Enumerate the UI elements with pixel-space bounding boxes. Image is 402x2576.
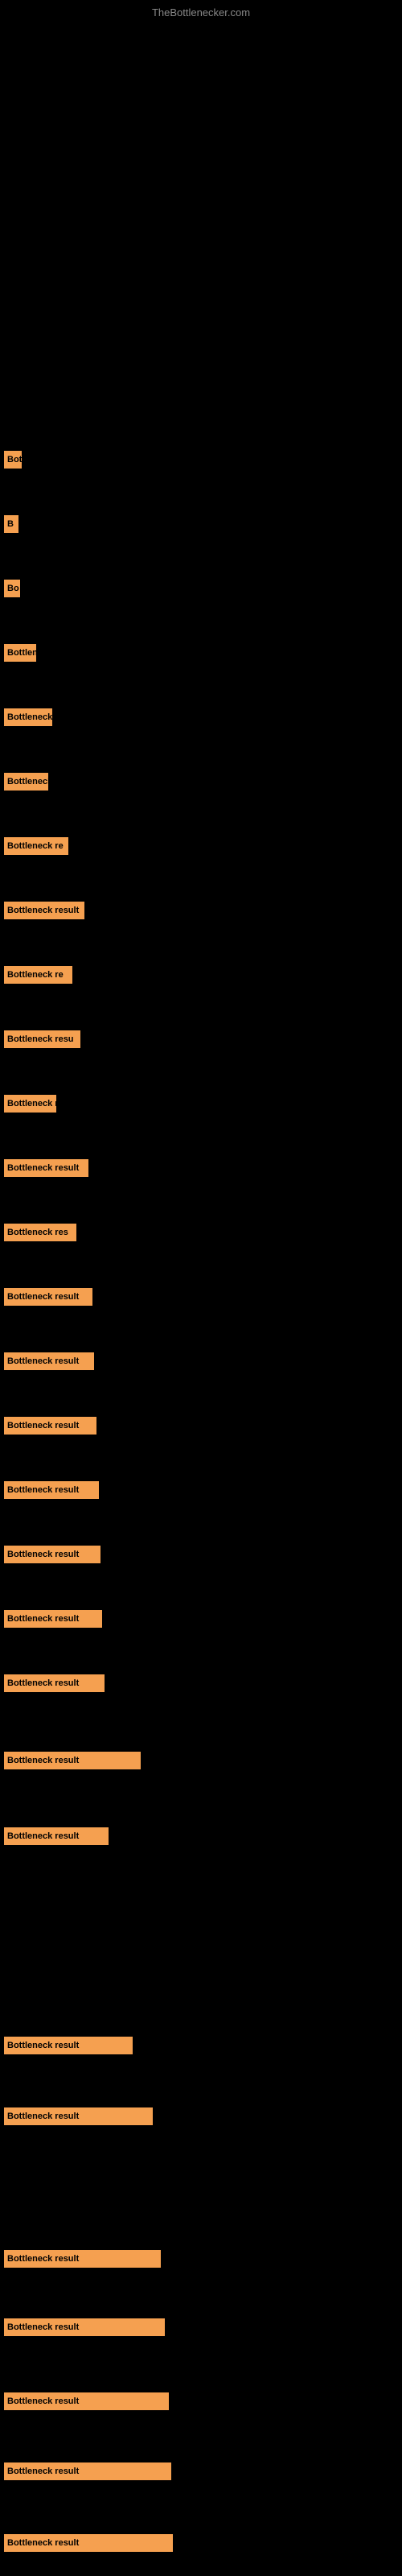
bar-item: Bottleneck result [4,2392,169,2410]
bar-item: Bottleneck result [4,2107,153,2125]
bar-label: Bottleneck resu [7,1034,74,1044]
bar-item: Bottleneck result [4,2534,173,2552]
bar-label: Bottleneck result [7,906,79,915]
bar: Bottleneck result [4,1827,109,1845]
bar-label: Bottleneck result [7,1550,79,1559]
bar-label: Bottleneck result [7,1421,79,1430]
site-title: TheBottlenecker.com [152,6,250,19]
bar-label: B [7,519,14,529]
bar-item: Bottleneck result [4,1546,100,1563]
bar-label: Bottleneck r [7,1099,56,1108]
bar-item: Bottleneck r [4,708,52,726]
bar-label: Bottleneck result [7,1356,79,1366]
bar-item: Bottleneck result [4,902,84,919]
bar: Bottleneck [4,773,48,791]
bar-label: Bo [7,584,19,593]
bar-item: Bottleneck res [4,1224,76,1241]
bar: Bottleneck result [4,1481,99,1499]
bar: Bo [4,580,20,597]
bar: Bottleneck result [4,2107,153,2125]
bar-label: Bottleneck [7,777,48,786]
bar: Bottleneck result [4,1417,96,1435]
bar: Bottleneck result [4,902,84,919]
bar: Bottleneck result [4,1674,105,1692]
bar: Bottleneck result [4,2392,169,2410]
bar-label: Bottleneck result [7,1678,79,1688]
bar-label: Bottleneck result [7,2322,79,2332]
bar-label: Bottleneck re [7,970,64,980]
bar-item: Bottleneck result [4,2250,161,2268]
bar-label: Bottlen [7,648,36,658]
bar: Bottleneck re [4,837,68,855]
bar-item: Bo [4,580,20,597]
bar-label: Bottleneck result [7,1831,79,1841]
bar: Bottleneck r [4,708,52,726]
bar: Bottlen [4,644,36,662]
bar-label: Bottleneck result [7,455,22,464]
bar-item: Bottleneck re [4,966,72,984]
bar-label: Bottleneck res [7,1228,68,1237]
bar: Bottleneck result [4,1546,100,1563]
bar-item: Bottleneck result [4,1159,88,1177]
bar-item: Bottleneck result [4,1827,109,1845]
bar: Bottleneck result [4,2250,161,2268]
bar-label: Bottleneck result [7,2467,79,2476]
bar-label: Bottleneck result [7,2254,79,2264]
bar: Bottleneck res [4,1224,76,1241]
bar-label: Bottleneck re [7,841,64,851]
bar-item: Bottleneck result [4,1610,102,1628]
bar-item: B [4,515,18,533]
bar-item: Bottleneck result [4,1288,92,1306]
bar-item: Bottleneck result [4,2462,171,2480]
bar-label: Bottleneck result [7,1485,79,1495]
bar: Bottleneck resu [4,1030,80,1048]
bar-label: Bottleneck result [7,1756,79,1765]
bar: Bottleneck result [4,2318,165,2336]
bar-label: Bottleneck result [7,2396,79,2406]
bar: Bottleneck result [4,2534,173,2552]
bar: Bottleneck result [4,1352,94,1370]
bar: Bottleneck result [4,1159,88,1177]
bar: Bottleneck result [4,1288,92,1306]
bar-label: Bottleneck result [7,1292,79,1302]
bar-item: Bottleneck re [4,837,68,855]
bar-label: Bottleneck r [7,712,52,722]
bar-label: Bottleneck result [7,1163,79,1173]
bar-label: Bottleneck result [7,2041,79,2050]
bar: Bottleneck result [4,451,22,469]
bar: Bottleneck re [4,966,72,984]
bar: Bottleneck result [4,1752,141,1769]
bar-item: Bottleneck [4,773,48,791]
bar-item: Bottleneck result [4,1417,96,1435]
bar-item: Bottleneck result [4,2318,165,2336]
bar-item: Bottleneck result [4,1752,141,1769]
bar: Bottleneck result [4,1610,102,1628]
bar-item: Bottleneck r [4,1095,56,1113]
bar-label: Bottleneck result [7,2112,79,2121]
bar-label: Bottleneck result [7,2538,79,2548]
bar-item: Bottleneck result [4,1352,94,1370]
bar-label: Bottleneck result [7,1614,79,1624]
bar-item: Bottleneck result [4,1481,99,1499]
bar-item: Bottlen [4,644,36,662]
bar-item: Bottleneck result [4,2037,133,2054]
bar: B [4,515,18,533]
bar-item: Bottleneck result [4,1674,105,1692]
bar: Bottleneck result [4,2037,133,2054]
bar-item: Bottleneck result [4,451,22,469]
bar-item: Bottleneck resu [4,1030,80,1048]
bar: Bottleneck r [4,1095,56,1113]
bar: Bottleneck result [4,2462,171,2480]
